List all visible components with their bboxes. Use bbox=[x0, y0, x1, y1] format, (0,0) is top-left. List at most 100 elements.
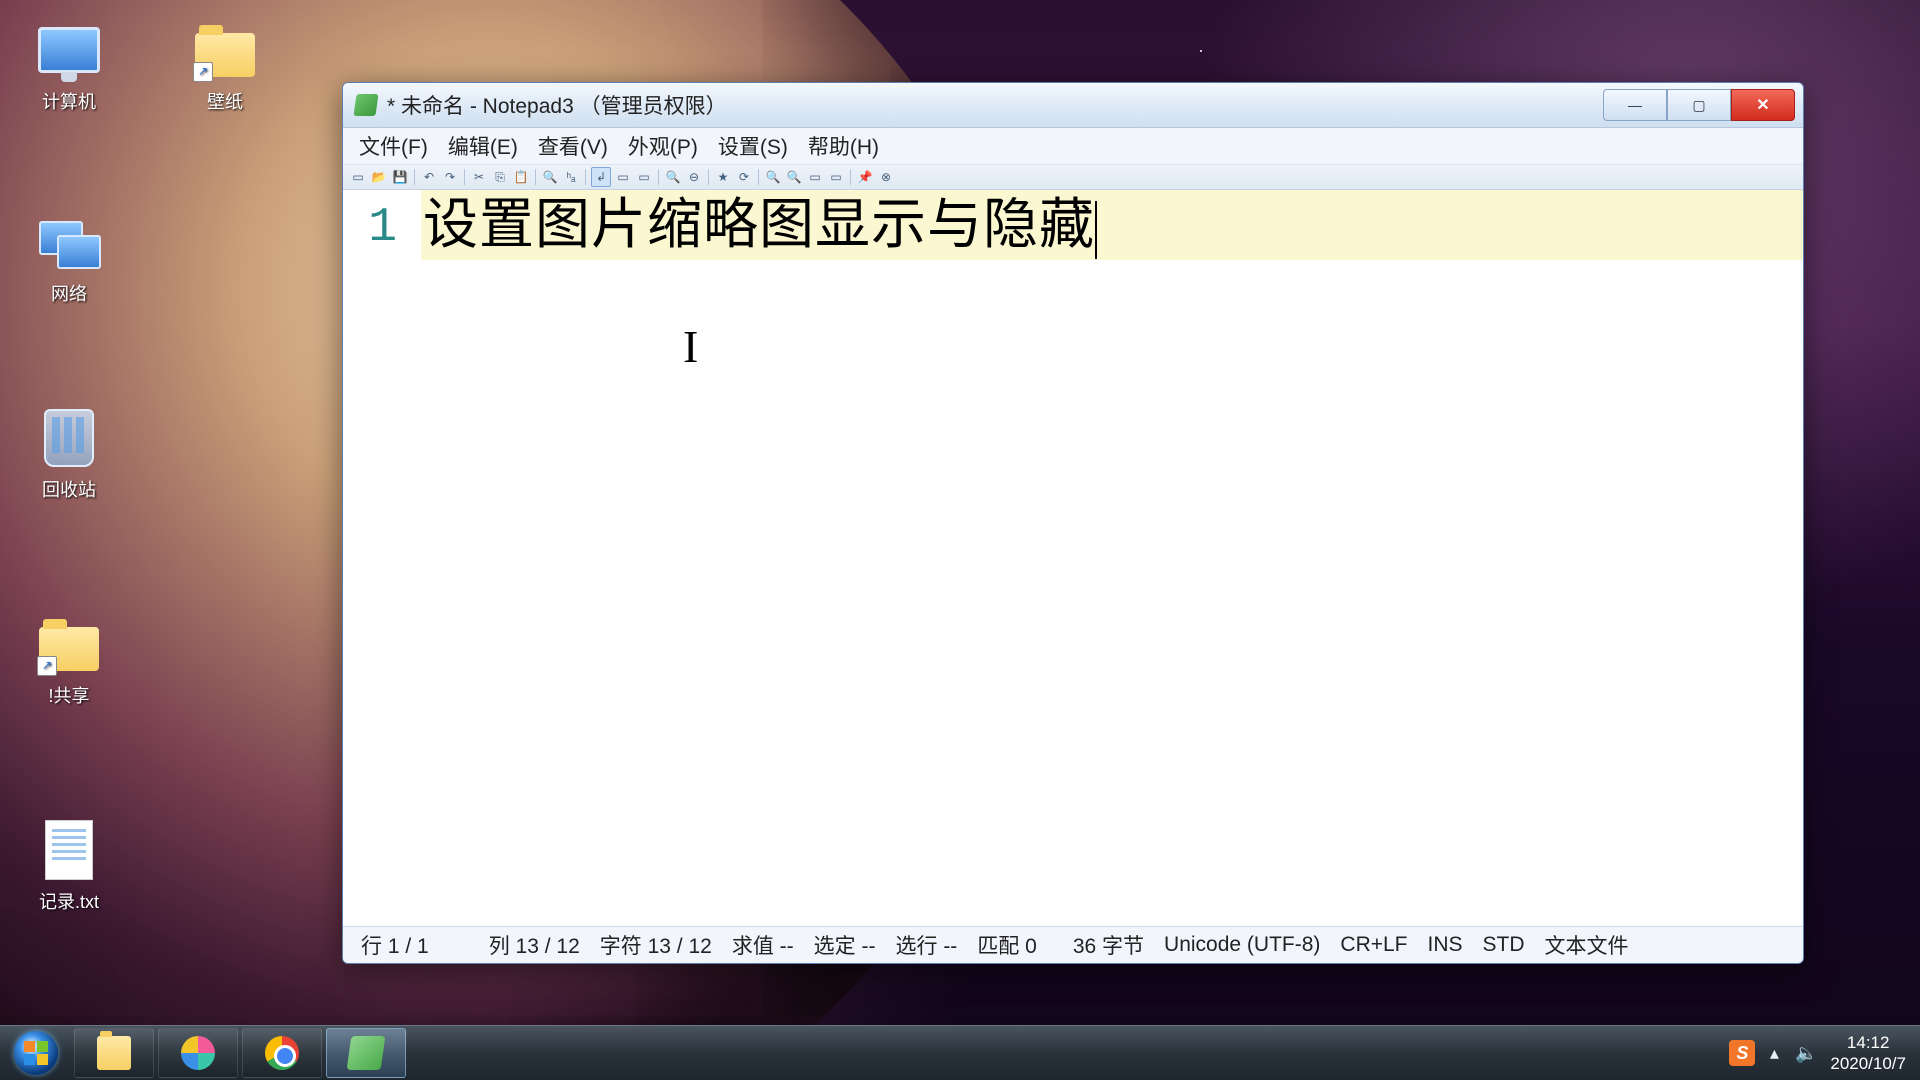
editor-area: 1 设置图片缩略图显示与隐藏 I bbox=[343, 190, 1803, 926]
desktop-icon-share[interactable]: ↗ !共享 bbox=[14, 612, 124, 708]
menu-help[interactable]: 帮助(H) bbox=[800, 128, 887, 164]
separator bbox=[585, 169, 586, 185]
icon-label: 计算机 bbox=[14, 88, 124, 114]
status-encoding[interactable]: Unicode (UTF-8) bbox=[1154, 933, 1330, 957]
icon-label: 壁纸 bbox=[170, 88, 280, 114]
desktop[interactable]: 计算机 ↗ 壁纸 网络 回收站 ↗ !共享 记录.txt * 未命名 - Not… bbox=[0, 0, 1920, 1080]
tool2-icon[interactable]: ▭ bbox=[827, 168, 845, 186]
icon-label: !共享 bbox=[14, 682, 124, 708]
star bbox=[1200, 50, 1202, 52]
line-number-gutter: 1 bbox=[343, 190, 421, 926]
shortcut-arrow-icon: ↗ bbox=[37, 656, 57, 676]
zoom-in-icon[interactable]: 🔍 bbox=[764, 168, 782, 186]
separator bbox=[758, 169, 759, 185]
close-button[interactable]: ✕ bbox=[1731, 89, 1795, 121]
toggle-icon[interactable]: ▭ bbox=[614, 168, 632, 186]
window-title: * 未命名 - Notepad3 （管理员权限） bbox=[387, 90, 1603, 120]
status-sel[interactable]: 选定 -- bbox=[804, 930, 886, 960]
desktop-icon-notes-txt[interactable]: 记录.txt bbox=[14, 818, 124, 914]
undo-icon[interactable]: ↶ bbox=[420, 168, 438, 186]
clear-icon[interactable]: ⊗ bbox=[877, 168, 895, 186]
zoom-reset-icon[interactable]: ⊖ bbox=[685, 168, 703, 186]
notepad3-icon bbox=[353, 94, 378, 116]
separator bbox=[535, 169, 536, 185]
cut-icon[interactable]: ✂ bbox=[470, 168, 488, 186]
menu-appearance[interactable]: 外观(P) bbox=[620, 128, 706, 164]
clock-time: 14:12 bbox=[1830, 1032, 1906, 1053]
new-file-icon[interactable]: ▭ bbox=[349, 168, 367, 186]
tray-show-hidden-icon[interactable]: ▴ bbox=[1758, 1026, 1790, 1080]
toolbar: ▭ 📂 💾 ↶ ↷ ✂ ⎘ 📋 🔍 ʰₐ ↲ ▭ ▭ 🔍 ⊖ ★ ⟳ 🔍 bbox=[343, 165, 1803, 190]
taskbar-explorer[interactable] bbox=[74, 1028, 154, 1078]
desktop-icon-recycle-bin[interactable]: 回收站 bbox=[14, 406, 124, 502]
taskbar-chrome[interactable] bbox=[242, 1028, 322, 1078]
icon-label: 记录.txt bbox=[14, 888, 124, 914]
redo-icon[interactable]: ↷ bbox=[441, 168, 459, 186]
icon-label: 回收站 bbox=[14, 476, 124, 502]
bookmark-icon[interactable]: ★ bbox=[714, 168, 732, 186]
editor-line-1: 设置图片缩略图显示与隐藏 bbox=[421, 190, 1803, 260]
tray-clock[interactable]: 14:12 2020/10/7 bbox=[1822, 1032, 1920, 1075]
notepad3-icon bbox=[347, 1036, 386, 1070]
separator bbox=[414, 169, 415, 185]
open-file-icon[interactable]: 📂 bbox=[370, 168, 388, 186]
ibeam-cursor-icon: I bbox=[683, 320, 698, 373]
taskbar-notepad3[interactable] bbox=[326, 1028, 406, 1078]
status-eval[interactable]: 求值 -- bbox=[722, 930, 804, 960]
status-std[interactable]: STD bbox=[1473, 933, 1535, 957]
replace-icon[interactable]: ʰₐ bbox=[562, 168, 580, 186]
status-sel-lines[interactable]: 选行 -- bbox=[885, 930, 967, 960]
status-bar: 行 1 / 1 列 13 / 12 字符 13 / 12 求值 -- 选定 --… bbox=[343, 926, 1803, 963]
text-file-icon bbox=[45, 820, 93, 880]
desktop-icon-wallpaper[interactable]: ↗ 壁纸 bbox=[170, 18, 280, 114]
status-ins[interactable]: INS bbox=[1418, 933, 1473, 957]
separator bbox=[708, 169, 709, 185]
find-icon[interactable]: 🔍 bbox=[541, 168, 559, 186]
text-caret bbox=[1095, 201, 1097, 259]
menu-file[interactable]: 文件(F) bbox=[351, 128, 436, 164]
tool-icon[interactable]: ▭ bbox=[806, 168, 824, 186]
toggle2-icon[interactable]: ▭ bbox=[635, 168, 653, 186]
browser-icon bbox=[181, 1036, 215, 1070]
zoom-out2-icon[interactable]: 🔍 bbox=[785, 168, 803, 186]
sogou-ime-icon: S bbox=[1729, 1040, 1755, 1066]
separator bbox=[850, 169, 851, 185]
status-bytes[interactable]: 36 字节 bbox=[1063, 930, 1154, 960]
status-type[interactable]: 文本文件 bbox=[1535, 930, 1639, 960]
explorer-icon bbox=[97, 1036, 131, 1070]
refresh-icon[interactable]: ⟳ bbox=[735, 168, 753, 186]
desktop-icon-computer[interactable]: 计算机 bbox=[14, 18, 124, 114]
chrome-icon bbox=[265, 1036, 299, 1070]
desktop-icon-network[interactable]: 网络 bbox=[14, 210, 124, 306]
recycle-bin-icon bbox=[44, 409, 94, 467]
network-icon bbox=[39, 217, 99, 267]
status-col[interactable]: 列 13 / 12 bbox=[479, 930, 590, 960]
minimize-button[interactable]: — bbox=[1603, 89, 1667, 121]
system-tray: S ▴ 🔈 14:12 2020/10/7 bbox=[1726, 1026, 1920, 1080]
pin-icon[interactable]: 📌 bbox=[856, 168, 874, 186]
paste-icon[interactable]: 📋 bbox=[512, 168, 530, 186]
status-eol[interactable]: CR+LF bbox=[1330, 933, 1417, 957]
menu-bar: 文件(F) 编辑(E) 查看(V) 外观(P) 设置(S) 帮助(H) bbox=[343, 128, 1803, 165]
copy-icon[interactable]: ⎘ bbox=[491, 168, 509, 186]
save-icon[interactable]: 💾 bbox=[391, 168, 409, 186]
status-row[interactable]: 行 1 / 1 bbox=[351, 930, 439, 960]
line-number: 1 bbox=[343, 196, 421, 260]
zoom-out-icon[interactable]: 🔍 bbox=[664, 168, 682, 186]
menu-edit[interactable]: 编辑(E) bbox=[440, 128, 526, 164]
word-wrap-icon[interactable]: ↲ bbox=[591, 167, 611, 187]
icon-label: 网络 bbox=[14, 280, 124, 306]
start-button[interactable] bbox=[0, 1026, 72, 1080]
status-match[interactable]: 匹配 0 bbox=[967, 930, 1047, 960]
menu-view[interactable]: 查看(V) bbox=[530, 128, 616, 164]
title-bar[interactable]: * 未命名 - Notepad3 （管理员权限） — ▢ ✕ bbox=[343, 83, 1803, 128]
taskbar-browser[interactable] bbox=[158, 1028, 238, 1078]
separator bbox=[658, 169, 659, 185]
status-char[interactable]: 字符 13 / 12 bbox=[590, 930, 722, 960]
tray-ime[interactable]: S bbox=[1726, 1026, 1758, 1080]
tray-volume-icon[interactable]: 🔈 bbox=[1790, 1026, 1822, 1080]
maximize-button[interactable]: ▢ bbox=[1667, 89, 1731, 121]
menu-settings[interactable]: 设置(S) bbox=[710, 128, 796, 164]
computer-icon bbox=[38, 27, 100, 73]
text-area[interactable]: 设置图片缩略图显示与隐藏 I bbox=[421, 190, 1803, 926]
